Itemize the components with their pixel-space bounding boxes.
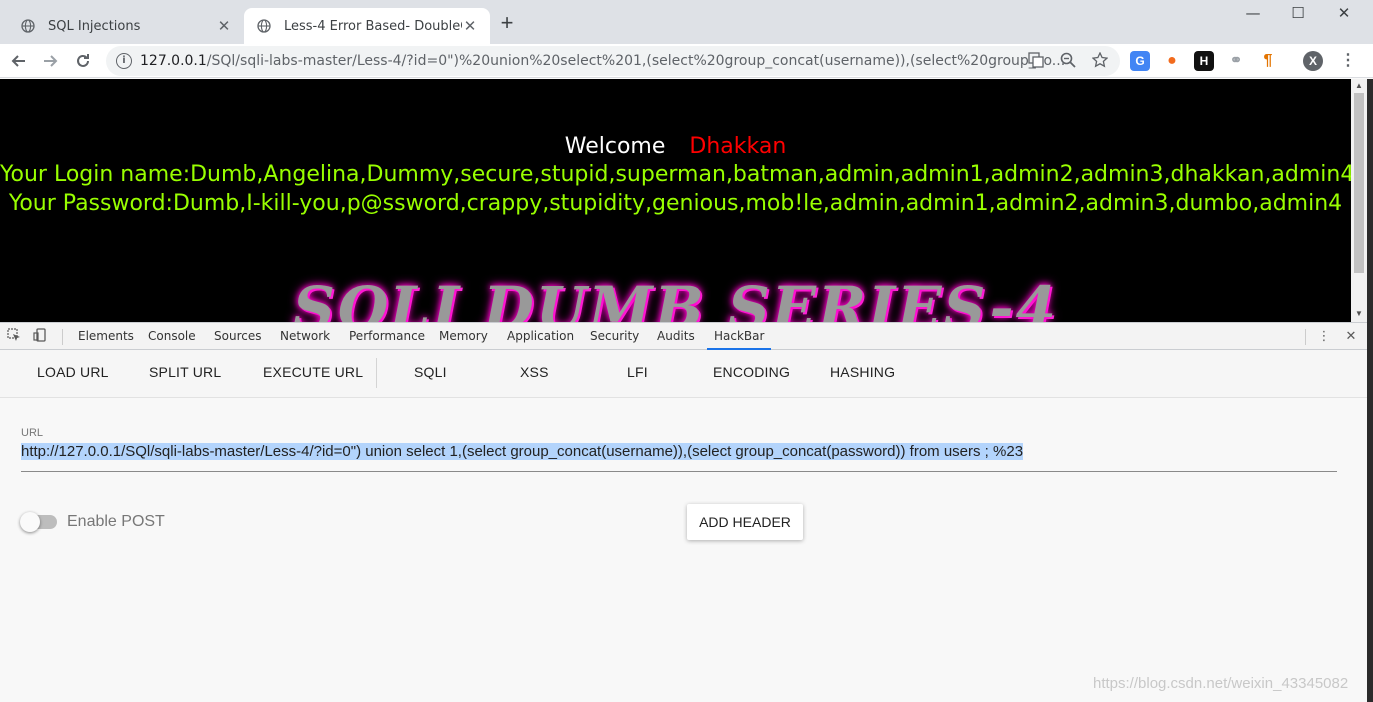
hackbar-panel: LOAD URL SPLIT URL EXECUTE URL SQLI XSS … [0, 350, 1367, 702]
watermark: https://blog.csdn.net/weixin_43345082 [1093, 675, 1349, 692]
inspect-element-icon[interactable] [5, 328, 23, 346]
translate-icon[interactable] [1027, 52, 1045, 70]
maximize-button[interactable]: ☐ [1278, 4, 1318, 26]
zoom-icon[interactable] [1059, 52, 1077, 70]
tab-strip: SQL Injections ✕ Less-4 Error Based- Dou… [0, 0, 1373, 44]
devtools-tab-hackbar[interactable]: HackBar [707, 323, 772, 350]
translate-extension-icon[interactable]: G [1130, 51, 1150, 71]
close-tab-icon[interactable]: ✕ [216, 17, 232, 35]
new-tab-button[interactable]: + [496, 12, 518, 34]
welcome-text: Welcome [564, 134, 666, 159]
address-bar[interactable]: i 127.0.0.1/SQl/sqli-labs-master/Less-4/… [106, 46, 1120, 76]
back-button[interactable] [4, 47, 32, 75]
enable-post-toggle[interactable] [20, 512, 57, 532]
devtools-tab-console[interactable]: Console [148, 323, 196, 350]
lfi-menu-button[interactable]: LFI [627, 364, 648, 380]
close-window-button[interactable]: ✕ [1324, 4, 1364, 26]
execute-url-button[interactable]: EXECUTE URL [263, 364, 363, 380]
password-line: Your Password:Dumb,I-kill-you,p@ssword,c… [8, 191, 1343, 216]
load-url-button[interactable]: LOAD URL [37, 364, 109, 380]
reload-icon [77, 54, 89, 67]
add-header-button[interactable]: ADD HEADER [687, 504, 803, 540]
profile-avatar[interactable]: X [1303, 51, 1323, 71]
devtools-tab-memory[interactable]: Memory [439, 323, 488, 350]
forward-button[interactable] [37, 47, 65, 75]
tab-label: SQL Injections [48, 18, 141, 34]
bookmark-star-icon[interactable] [1091, 51, 1109, 70]
toggle-knob [20, 512, 40, 532]
url-field-label: URL [21, 427, 44, 439]
login-name-line: Your Login name:Dumb,Angelina,Dummy,secu… [0, 162, 1351, 187]
url-textarea[interactable]: http://127.0.0.1/SQl/sqli-labs-master/Le… [21, 443, 1337, 472]
tab-label: Less-4 Error Based- DoubleQu [284, 18, 462, 34]
info-icon[interactable]: i [116, 53, 132, 69]
background-window-edge [1367, 79, 1373, 702]
close-tab-icon[interactable]: ✕ [462, 17, 478, 35]
device-toolbar-icon[interactable] [31, 328, 49, 346]
encoding-menu-button[interactable]: ENCODING [713, 364, 790, 380]
forward-arrow-icon [44, 55, 58, 67]
tabbar-divider [1305, 329, 1306, 345]
orange-extension-icon[interactable]: ● [1162, 51, 1182, 71]
browser-toolbar: i 127.0.0.1/SQl/sqli-labs-master/Less-4/… [0, 44, 1373, 78]
menu-divider [376, 358, 377, 388]
link-extension-icon[interactable]: ⚭ [1226, 51, 1246, 71]
hackbar-menu: LOAD URL SPLIT URL EXECUTE URL SQLI XSS … [0, 350, 1367, 398]
split-url-button[interactable]: SPLIT URL [149, 364, 221, 380]
enable-post-label: Enable POST [67, 513, 165, 530]
url-text: http://127.0.0.1/SQl/sqli-labs-master/Le… [21, 443, 1024, 460]
devtools-tab-network[interactable]: Network [280, 323, 330, 350]
xss-menu-button[interactable]: XSS [520, 364, 549, 380]
reload-button[interactable] [69, 47, 97, 75]
url-path: /SQl/sqli-labs-master/Less-4/?id=0")%20u… [206, 53, 1066, 69]
globe-icon [20, 18, 36, 34]
back-arrow-icon [11, 55, 25, 67]
close-devtools-icon[interactable]: ✕ [1342, 328, 1360, 346]
welcome-name: Dhakkan [689, 134, 787, 159]
devtools-tab-elements[interactable]: Elements [78, 323, 134, 350]
welcome-line: Welcome Dhakkan [0, 134, 1351, 159]
series-banner: SQLI DUMB SERIES-4 [293, 274, 1058, 322]
paragraph-extension-icon[interactable]: ¶ [1258, 51, 1278, 71]
globe-icon [256, 18, 272, 34]
menu-kebab-icon[interactable]: ⋮ [1338, 51, 1358, 71]
minimize-button[interactable]: — [1233, 4, 1273, 26]
devtools-tab-sources[interactable]: Sources [214, 323, 261, 350]
hackbar-extension-icon[interactable]: H [1194, 51, 1214, 71]
sqli-menu-button[interactable]: SQLI [414, 364, 447, 380]
devtools-tab-application[interactable]: Application [507, 323, 574, 350]
tab-less-4[interactable]: Less-4 Error Based- DoubleQu ✕ [244, 8, 490, 44]
hashing-menu-button[interactable]: HASHING [830, 364, 895, 380]
scroll-up-icon[interactable]: ▲ [1351, 81, 1367, 90]
devtools-tab-performance[interactable]: Performance [349, 323, 425, 350]
page-scrollbar[interactable]: ▲ ▼ [1351, 79, 1367, 322]
page-viewport: Welcome Dhakkan Your Login name:Dumb,Ange… [0, 79, 1351, 322]
scroll-down-icon[interactable]: ▼ [1351, 309, 1367, 318]
scrollbar-thumb[interactable] [1354, 93, 1364, 273]
tab-sql-injections[interactable]: SQL Injections ✕ [8, 8, 244, 44]
url-host: 127.0.0.1 [140, 53, 207, 69]
tabbar-divider [62, 329, 63, 345]
devtools-menu-icon[interactable]: ⋮ [1315, 328, 1333, 346]
devtools-tabbar: Elements Console Sources Network Perform… [0, 322, 1367, 350]
devtools-tab-security[interactable]: Security [590, 323, 639, 350]
devtools-tab-audits[interactable]: Audits [657, 323, 695, 350]
